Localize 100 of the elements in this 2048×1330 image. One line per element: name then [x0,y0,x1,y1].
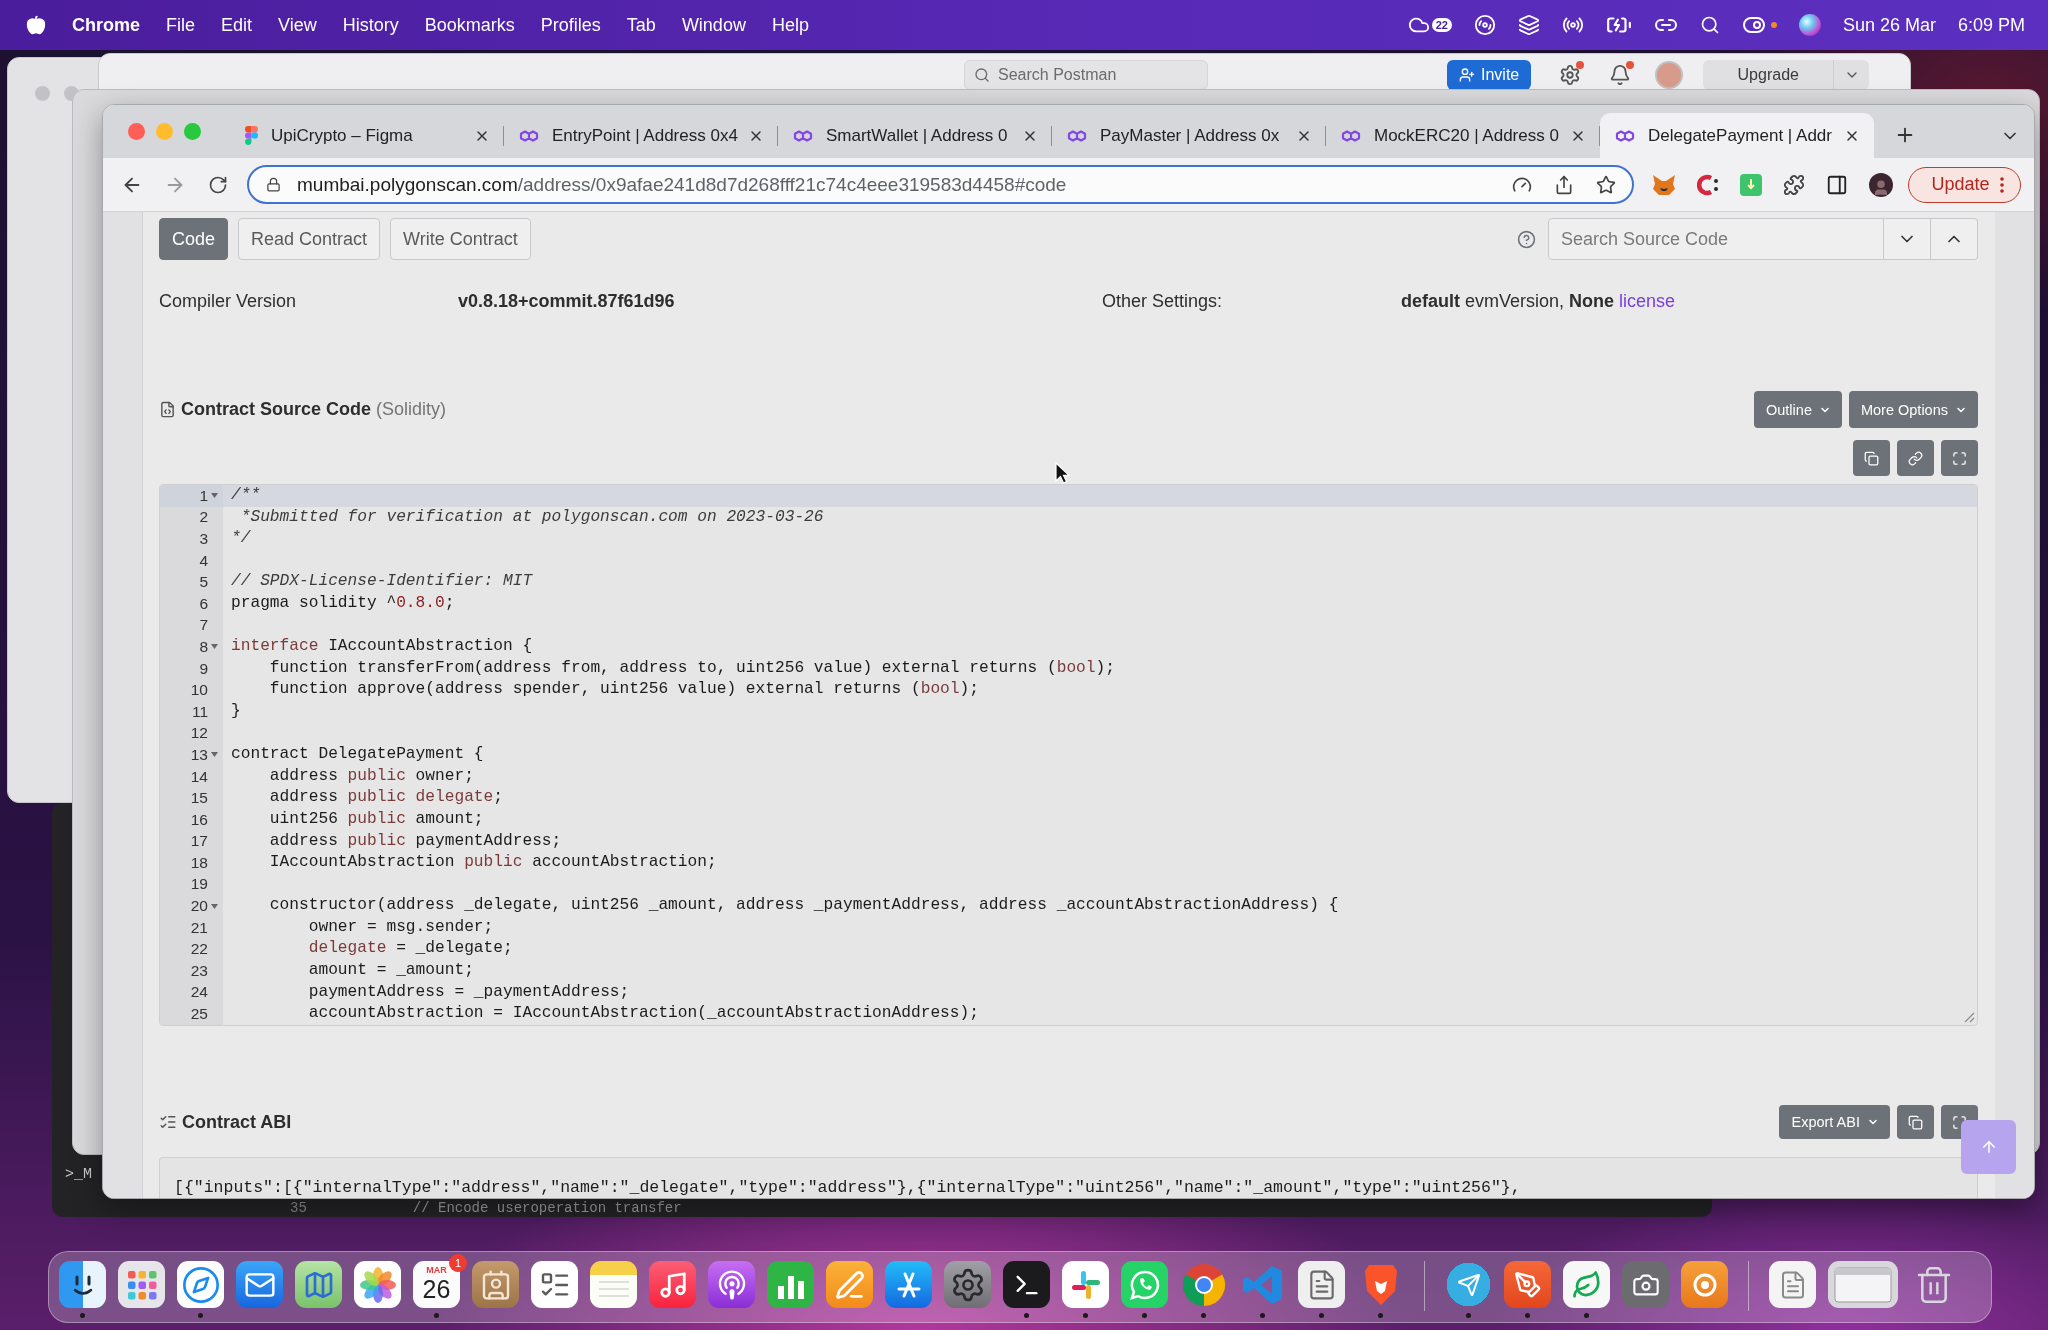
line-number: 15 [190,789,208,808]
music-note-icon[interactable] [649,1261,696,1308]
menu-item[interactable]: View [278,14,317,36]
disc-icon[interactable] [1473,14,1496,36]
code-line: address public owner; [269,766,474,785]
dropdown-button[interactable]: Outline [1754,391,1842,428]
crossed-strokes-icon[interactable] [885,1261,932,1308]
calendar-day: 26 [422,1275,451,1303]
pen-nib-icon[interactable] [1504,1261,1551,1308]
browser-tab[interactable]: EntryPoint | Address 0x4 [504,113,778,158]
down-arrow-tile-icon[interactable] [1740,173,1762,196]
view-tab[interactable]: Read Contract [238,218,381,260]
bar-chart-icon[interactable] [767,1261,814,1308]
browser-tab[interactable]: DelegatePayment | Addr [1600,113,1874,158]
address-bar[interactable]: mumbai.polygonscan.com/address/0x9afae241d8d7d268fff21c74c4eee319583d4458#code [247,165,1634,204]
copy-icon [1864,450,1879,466]
invite-button[interactable]: Invite [1447,60,1532,90]
calendar-month: MAR [426,1265,447,1275]
fold-caret-icon[interactable] [211,644,218,650]
code-line: address public delegate; [269,788,503,807]
link-button[interactable] [1897,440,1934,476]
podcast-icon[interactable] [708,1261,755,1308]
browser-tab[interactable]: MockERC20 | Address 0 [1326,113,1600,158]
help-icon[interactable] [1517,229,1536,249]
avatar-icon[interactable] [1869,172,1893,197]
menu-item[interactable]: History [342,14,399,36]
browser-tab[interactable]: UpiCrypto – Figma [230,113,504,158]
terminal-icon[interactable] [1003,1261,1050,1308]
fold-caret-icon[interactable] [211,752,218,758]
browser-tab[interactable]: SmartWallet | Address 0 [778,113,1052,158]
line-number: 25 [190,1005,208,1024]
pen-icon[interactable] [826,1261,873,1308]
map-icon[interactable] [295,1261,342,1308]
upgrade-button[interactable]: Upgrade [1703,60,1834,90]
dropdown-button[interactable]: More Options [1848,391,1978,428]
side-panel-icon[interactable] [1826,173,1848,196]
text-document-icon[interactable] [1298,1261,1345,1308]
detail-value: v0.8.18+commit.87f61d96 [458,290,675,312]
gear-icon[interactable] [944,1261,991,1308]
menu-item[interactable]: Edit [221,14,253,36]
star-icon[interactable] [1596,174,1616,195]
orb-icon[interactable] [1798,14,1821,36]
apple-icon[interactable] [26,15,46,35]
compass-icon[interactable] [177,1261,224,1308]
hash-logo-icon[interactable] [1062,1261,1109,1308]
arc-and-dots-icon[interactable] [1697,173,1719,196]
address-book-icon[interactable] [472,1261,519,1308]
chat-bubble-icon[interactable] [1121,1261,1168,1308]
code-line: /** [231,486,261,504]
copy-button[interactable] [1853,440,1890,476]
app-menu[interactable]: Chrome [72,14,140,36]
segmented-circle-icon[interactable] [1180,1261,1227,1308]
share-icon[interactable] [1554,174,1574,195]
notepad-icon[interactable] [590,1261,637,1308]
record-icon[interactable] [1681,1261,1728,1308]
line-number: 11 [191,702,208,721]
line-number: 12 [190,724,208,743]
app-grid-icon[interactable] [118,1261,165,1308]
browser-tab[interactable]: PayMaster | Address 0x [1052,113,1326,158]
menu-item[interactable]: Profiles [540,14,601,36]
fox-icon[interactable] [1652,173,1676,196]
envelope-icon[interactable] [236,1261,283,1308]
copy-button[interactable] [1897,1105,1934,1139]
fullscreen-button[interactable] [1941,440,1978,476]
settings-icon[interactable] [1559,64,1582,86]
document-icon[interactable] [1769,1261,1816,1308]
license-link[interactable]: license [1619,290,1676,311]
fold-caret-icon[interactable] [211,903,218,909]
dropdown-button[interactable]: Export ABI [1779,1105,1890,1139]
menu-bar-clock: 6:09 PM [1957,14,2025,36]
menu-item[interactable]: Bookmarks [424,14,515,36]
line-number: 3 [199,530,208,548]
search-icon[interactable] [1699,15,1720,35]
puzzle-icon[interactable] [1783,173,1805,196]
menu-item[interactable]: File [166,14,196,36]
reload-icon[interactable] [208,174,228,195]
stacked-layers-icon[interactable] [1517,14,1540,36]
line-number: 7 [199,616,208,635]
view-tab[interactable]: Code [159,218,229,260]
linked-hexagons-icon [519,129,539,142]
checklist-icon[interactable] [531,1261,578,1308]
search-field[interactable]: Search Postman [964,60,1208,90]
update-button[interactable]: Update [1908,166,2021,203]
flower-icon[interactable] [354,1261,401,1308]
resize-handle-icon[interactable] [1964,1012,1975,1023]
leaf-icon[interactable] [1563,1261,1610,1308]
fold-caret-icon[interactable] [211,493,218,499]
line-number: 35 [290,1201,307,1216]
camera-icon[interactable] [1622,1261,1669,1308]
menu-item[interactable]: Help [771,14,809,36]
window-thumbnail-icon[interactable] [1828,1261,1898,1308]
abi-textarea[interactable]: [{"inputs":[{"internalType":"address","name":"_delegate","type":"address"},{"internalType":"uint256","name":"_amount","type":"uint256"}, [159,1157,1978,1198]
menu-item[interactable]: Tab [626,14,656,36]
two-tone-face-icon[interactable] [59,1261,106,1308]
bell-icon[interactable] [1609,64,1632,86]
code-line: address public paymentAddress; [269,831,562,850]
terminal-label: >_M [65,1166,92,1183]
search-field[interactable]: Search Source Code [1548,218,1884,260]
view-tab[interactable]: Write Contract [390,218,531,260]
menu-item[interactable]: Window [681,14,746,36]
